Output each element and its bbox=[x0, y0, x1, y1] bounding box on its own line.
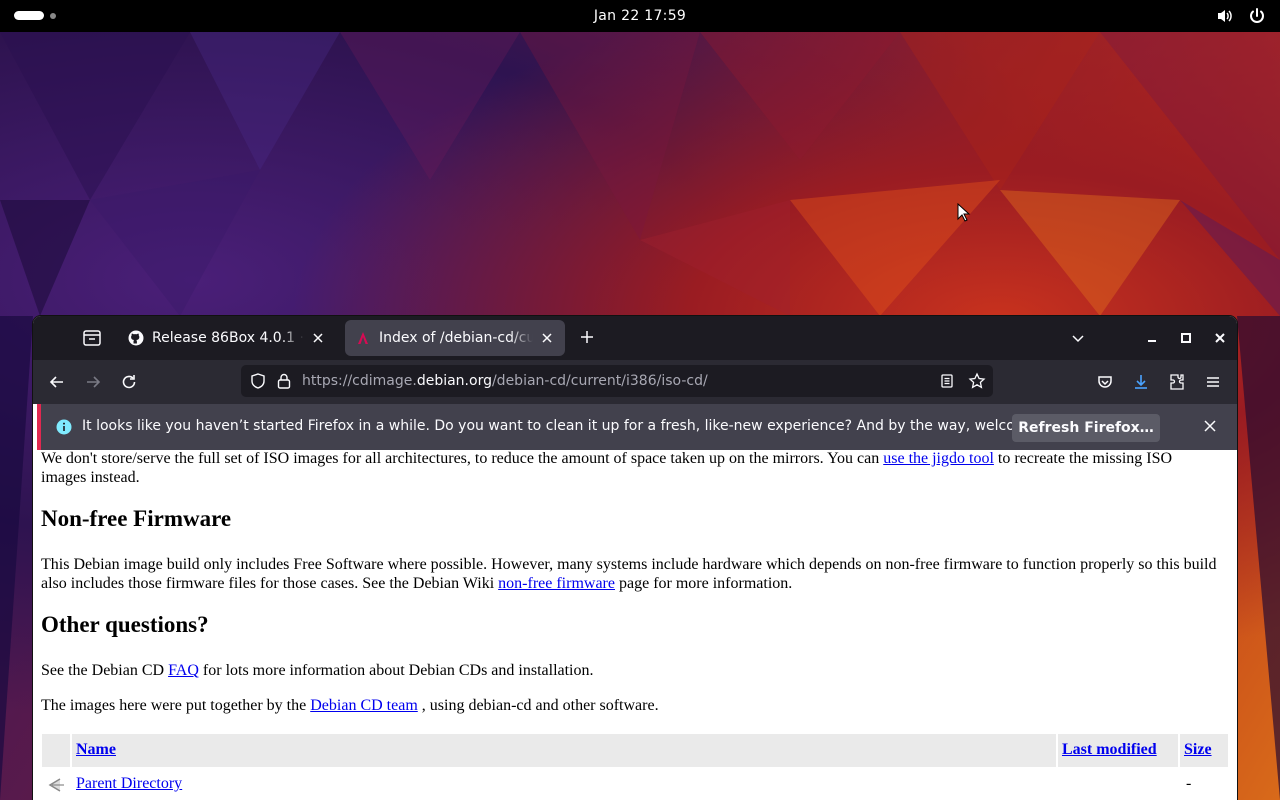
workspace-dot bbox=[50, 12, 56, 19]
firefox-view-icon[interactable] bbox=[81, 328, 103, 348]
github-icon bbox=[128, 330, 144, 346]
tab-bar: Release 86Box 4.0.1 · 86Box Index of /de… bbox=[33, 316, 1237, 360]
header-name-cell: Name bbox=[72, 734, 1056, 767]
paragraph-firmware: This Debian image build only includes Fr… bbox=[41, 555, 1221, 593]
heading-non-free-firmware: Non-free Firmware bbox=[41, 506, 232, 531]
tab-debian-cd-index[interactable]: Index of /debian-cd/current/i386/iso-cd/ bbox=[345, 320, 565, 356]
bookmark-star-icon[interactable] bbox=[968, 372, 986, 390]
jigdo-tool-link[interactable]: use the jigdo tool bbox=[883, 450, 994, 467]
top-bar: Jan 22 17:59 bbox=[0, 0, 1280, 32]
heading-other-questions: Other questions? bbox=[41, 612, 209, 637]
tab-label: Index of /debian-cd/current/i386/iso-cd/ bbox=[379, 330, 533, 346]
header-size-cell: Size bbox=[1180, 734, 1228, 767]
url-host: debian.org bbox=[416, 373, 492, 389]
downloads-icon[interactable] bbox=[1131, 372, 1151, 392]
maximize-button[interactable] bbox=[1169, 316, 1203, 360]
notification-text: It looks like you haven’t started Firefo… bbox=[82, 418, 1081, 434]
tab-label: Release 86Box 4.0.1 · 86Box bbox=[152, 330, 304, 346]
parent-directory-link[interactable]: Parent Directory bbox=[76, 775, 182, 793]
header-icon-cell bbox=[42, 734, 70, 767]
paragraph-faq: See the Debian CD FAQ for lots more info… bbox=[41, 661, 1221, 680]
chevron-down-icon bbox=[1072, 335, 1084, 343]
text: page for more information. bbox=[614, 575, 793, 592]
debian-cd-team-link[interactable]: Debian CD team bbox=[310, 697, 418, 714]
text: The images here were put together by the bbox=[41, 697, 311, 714]
back-arrow-icon[interactable] bbox=[47, 372, 67, 392]
back-folder-icon bbox=[48, 778, 64, 792]
menu-icon[interactable] bbox=[1203, 372, 1223, 392]
reader-view-icon[interactable] bbox=[939, 373, 955, 389]
mouse-cursor-icon bbox=[957, 203, 971, 222]
debian-icon bbox=[358, 332, 368, 344]
sort-by-name-link[interactable]: Name bbox=[76, 741, 116, 759]
url-text[interactable]: https://cdimage.debian.org/debian-cd/cur… bbox=[302, 373, 708, 389]
url-path: /debian-cd/current/i386/iso-cd/ bbox=[491, 373, 708, 389]
power-icon[interactable] bbox=[1248, 7, 1266, 25]
url-prefix: https://cdimage. bbox=[302, 373, 417, 389]
window-controls bbox=[1061, 316, 1237, 360]
paragraph-cd-team: The images here were put together by the… bbox=[41, 696, 1221, 715]
sort-by-modified-link[interactable]: Last modified bbox=[1062, 741, 1157, 759]
table-header: Name Last modified Size bbox=[42, 734, 1228, 767]
shield-icon[interactable] bbox=[249, 372, 267, 390]
lock-icon[interactable] bbox=[276, 372, 292, 390]
text: for lots more information about Debian C… bbox=[198, 662, 594, 679]
system-tray[interactable] bbox=[1216, 7, 1266, 25]
extensions-icon[interactable] bbox=[1167, 372, 1187, 392]
size-value: - bbox=[1186, 775, 1192, 792]
url-bar[interactable]: https://cdimage.debian.org/debian-cd/cur… bbox=[241, 365, 993, 397]
text: We don't store/serve the full set of ISO… bbox=[41, 450, 884, 467]
firefox-window: Release 86Box 4.0.1 · 86Box Index of /de… bbox=[33, 316, 1237, 800]
refresh-firefox-button[interactable]: Refresh Firefox… bbox=[1012, 414, 1160, 442]
page-content: We don't store/serve the full set of ISO… bbox=[33, 450, 1237, 800]
forward-arrow-icon[interactable] bbox=[83, 372, 103, 392]
close-tab-icon[interactable] bbox=[539, 330, 555, 346]
tab-github-release[interactable]: Release 86Box 4.0.1 · 86Box bbox=[118, 320, 336, 356]
table-row: Parent Directory - bbox=[42, 771, 1228, 800]
minimize-button[interactable] bbox=[1135, 316, 1169, 360]
volume-icon[interactable] bbox=[1216, 7, 1234, 25]
reload-icon[interactable] bbox=[119, 372, 139, 392]
header-modified-cell: Last modified bbox=[1058, 734, 1178, 767]
close-window-button[interactable] bbox=[1203, 316, 1237, 360]
workspace-pill bbox=[14, 11, 44, 20]
paragraph-jigdo: We don't store/serve the full set of ISO… bbox=[41, 449, 1221, 487]
firefox-refresh-notification: It looks like you haven’t started Firefo… bbox=[37, 404, 1237, 450]
sort-by-size-link[interactable]: Size bbox=[1184, 741, 1212, 759]
navigation-toolbar: https://cdimage.debian.org/debian-cd/cur… bbox=[33, 360, 1237, 404]
close-tab-icon[interactable] bbox=[310, 330, 326, 346]
info-icon bbox=[56, 419, 72, 435]
minimize-icon bbox=[1148, 340, 1156, 342]
non-free-firmware-link[interactable]: non-free firmware bbox=[498, 575, 615, 592]
list-all-tabs-button[interactable] bbox=[1061, 316, 1095, 360]
new-tab-icon[interactable] bbox=[579, 329, 595, 345]
pocket-icon[interactable] bbox=[1095, 372, 1115, 392]
close-icon bbox=[1215, 333, 1225, 343]
text: , using debian-cd and other software. bbox=[417, 697, 659, 714]
text: See the Debian CD bbox=[41, 662, 169, 679]
clock[interactable]: Jan 22 17:59 bbox=[594, 8, 686, 24]
close-icon[interactable] bbox=[1203, 419, 1217, 433]
activities-indicator[interactable] bbox=[14, 11, 56, 20]
faq-link[interactable]: FAQ bbox=[168, 662, 199, 679]
maximize-icon bbox=[1181, 333, 1191, 343]
